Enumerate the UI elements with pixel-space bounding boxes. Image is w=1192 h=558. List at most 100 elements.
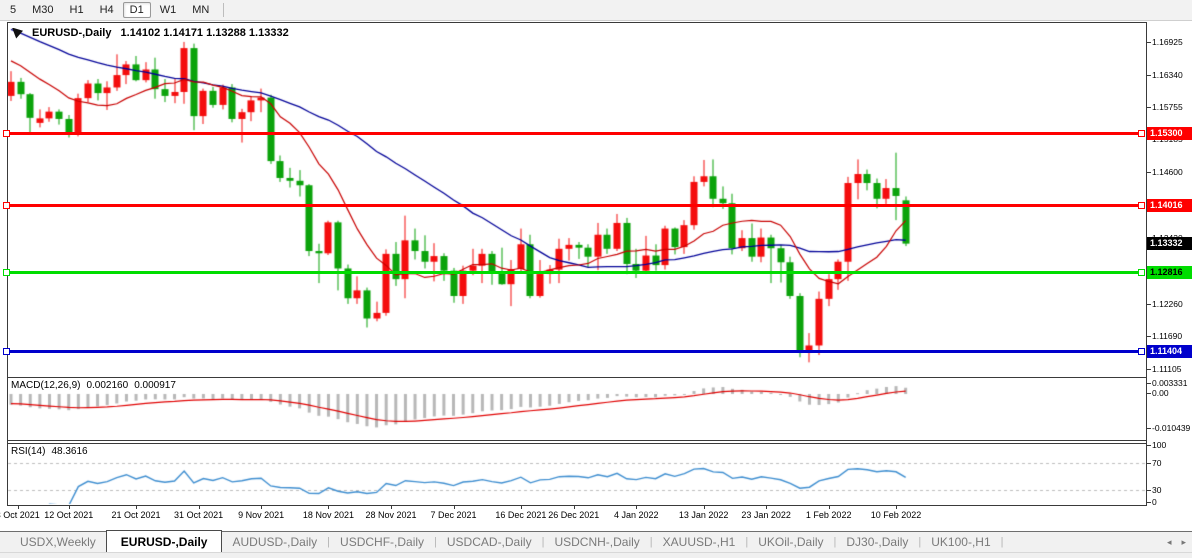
- price-tick-mark: [1147, 172, 1151, 173]
- price-tick-mark: [1147, 42, 1151, 43]
- price-tick-label: 1.16925: [1152, 37, 1183, 47]
- price-tick-mark: [1147, 75, 1151, 76]
- date-tick-label: 12 Oct 2021: [44, 510, 93, 520]
- rsi-tick-mark: [1147, 502, 1151, 503]
- tab-uk100-h1[interactable]: UK100-,H1: [921, 535, 1000, 549]
- date-tick-label: 26 Dec 2021: [548, 510, 599, 520]
- tab-usdchf-daily[interactable]: USDCHF-,Daily: [330, 535, 434, 549]
- status-strip: [0, 552, 1192, 558]
- rsi-label-row: RSI(14) 48.3616: [11, 446, 88, 457]
- date-tick-label: 18 Nov 2021: [303, 510, 354, 520]
- price-tick-label: 1.11105: [1152, 364, 1181, 374]
- date-tick-label: 10 Feb 2022: [871, 510, 922, 520]
- tab-eurusd-daily[interactable]: EURUSD-,Daily: [106, 530, 223, 553]
- toolbar-separator: [223, 3, 224, 17]
- chart-frame-hborder: [7, 22, 1147, 23]
- tab-xauusd-h1[interactable]: XAUUSD-,H1: [653, 535, 746, 549]
- rsi-axis-label: 0: [1152, 497, 1157, 507]
- price-tick-label: 1.12260: [1152, 299, 1183, 309]
- tf-button-d1[interactable]: D1: [123, 2, 151, 18]
- tab-scroll-right-icon[interactable]: ▸: [1181, 537, 1186, 548]
- macd-label-row: MACD(12,26,9) 0.002160 0.000917: [11, 380, 176, 391]
- tab-scroll-arrows: ◂▸: [1167, 537, 1186, 548]
- macd-axis-label: 0.00: [1152, 388, 1169, 398]
- rsi-label: RSI(14): [11, 446, 45, 457]
- hline-left-handle[interactable]: [3, 202, 10, 209]
- chart-title: EURUSD-,Daily 1.14102 1.14171 1.13288 1.…: [12, 27, 289, 39]
- macd-axis-label: 0.003331: [1152, 378, 1187, 388]
- price-tick-mark: [1147, 369, 1151, 370]
- tab-usdcnh-daily[interactable]: USDCNH-,Daily: [544, 535, 649, 549]
- hline-left-handle[interactable]: [3, 269, 10, 276]
- horizontal-line-1.14016[interactable]: [8, 204, 1145, 207]
- rsi-tick-mark: [1147, 463, 1151, 464]
- hline-left-handle[interactable]: [3, 348, 10, 355]
- hline-left-handle[interactable]: [3, 130, 10, 137]
- chart-symbol-period: EURUSD-,Daily: [32, 27, 111, 39]
- chart-frame-hborder: [7, 377, 1147, 378]
- tf-button-h1[interactable]: H1: [63, 2, 91, 18]
- chart-ohlc-values: 1.14102 1.14171 1.13288 1.13332: [120, 27, 288, 39]
- price-tick-label: 1.14600: [1152, 167, 1183, 177]
- tf-button-m30[interactable]: M30: [25, 2, 60, 18]
- timeframe-toolbar: 5M30H1H4D1W1MN: [0, 0, 1192, 21]
- hline-right-handle[interactable]: [1138, 130, 1145, 137]
- tab-usdcad-daily[interactable]: USDCAD-,Daily: [437, 535, 542, 549]
- macd-axis-label: -0.010439: [1152, 423, 1190, 433]
- date-tick-label: 4 Jan 2022: [614, 510, 659, 520]
- date-tick-label: 16 Dec 2021: [495, 510, 546, 520]
- macd-tick-mark: [1147, 428, 1151, 429]
- tab-dj30-daily[interactable]: DJ30-,Daily: [836, 535, 918, 549]
- price-chart-canvas[interactable]: [7, 22, 1147, 506]
- date-tick-label: 28 Nov 2021: [365, 510, 416, 520]
- chart-frame-right-border: [1146, 22, 1147, 506]
- chart-frame-left-border: [7, 22, 8, 506]
- tf-button-mn[interactable]: MN: [185, 2, 216, 18]
- price-badge: 1.11404: [1147, 345, 1192, 358]
- date-tick-label: 23 Jan 2022: [741, 510, 791, 520]
- chart-frame-hborder: [7, 443, 1147, 444]
- hline-right-handle[interactable]: [1138, 202, 1145, 209]
- rsi-value: 48.3616: [51, 446, 87, 457]
- macd-tick-mark: [1147, 393, 1151, 394]
- price-badge: 1.15300: [1147, 127, 1192, 140]
- price-badge: 1.12816: [1147, 266, 1192, 279]
- tab-audusd-daily[interactable]: AUDUSD-,Daily: [222, 535, 327, 549]
- price-tick-label: 1.16340: [1152, 70, 1183, 80]
- date-tick-label: 13 Jan 2022: [679, 510, 729, 520]
- price-tick-label: 1.15755: [1152, 102, 1183, 112]
- symbol-tabbar: USDX,WeeklyEURUSD-,DailyAUDUSD-,Daily | US…: [0, 531, 1192, 552]
- date-tick-label: 1 Feb 2022: [806, 510, 852, 520]
- tab-ukoil-daily[interactable]: UKOil-,Daily: [748, 535, 833, 549]
- price-tick-mark: [1147, 139, 1151, 140]
- date-tick-label: 9 Nov 2021: [238, 510, 284, 520]
- price-tick-mark: [1147, 336, 1151, 337]
- rsi-tick-mark: [1147, 490, 1151, 491]
- hline-right-handle[interactable]: [1138, 269, 1145, 276]
- tf-button-h4[interactable]: H4: [93, 2, 121, 18]
- price-tick-label: 1.11690: [1152, 331, 1182, 341]
- tf-button-5[interactable]: 5: [3, 2, 23, 18]
- macd-label: MACD(12,26,9): [11, 380, 80, 391]
- chart-frame-hborder: [7, 440, 1147, 441]
- tab-scroll-left-icon[interactable]: ◂: [1167, 537, 1172, 548]
- tab-usdx-weekly[interactable]: USDX,Weekly: [10, 535, 106, 549]
- tab-separator: |: [1001, 536, 1004, 548]
- date-tick-label: 21 Oct 2021: [112, 510, 161, 520]
- chart-cursor-icon: [12, 28, 23, 39]
- hline-right-handle[interactable]: [1138, 348, 1145, 355]
- horizontal-line-1.11404[interactable]: [8, 350, 1145, 353]
- mt4-window: 5M30H1H4D1W1MN EURUSD-,Daily 1.14102 1.1…: [0, 0, 1192, 558]
- rsi-axis-label: 100: [1152, 440, 1166, 450]
- price-tick-mark: [1147, 107, 1151, 108]
- macd-tick-mark: [1147, 383, 1151, 384]
- horizontal-line-1.12816[interactable]: [8, 271, 1145, 274]
- macd-value-signal: 0.000917: [134, 380, 176, 391]
- rsi-axis-label: 70: [1152, 458, 1161, 468]
- tf-button-w1[interactable]: W1: [153, 2, 184, 18]
- date-tick-label: 3 Oct 2021: [0, 510, 40, 520]
- price-badge: 1.13332: [1147, 237, 1192, 250]
- chart-frame-hborder: [7, 505, 1147, 506]
- horizontal-line-1.15300[interactable]: [8, 132, 1145, 135]
- price-tick-mark: [1147, 304, 1151, 305]
